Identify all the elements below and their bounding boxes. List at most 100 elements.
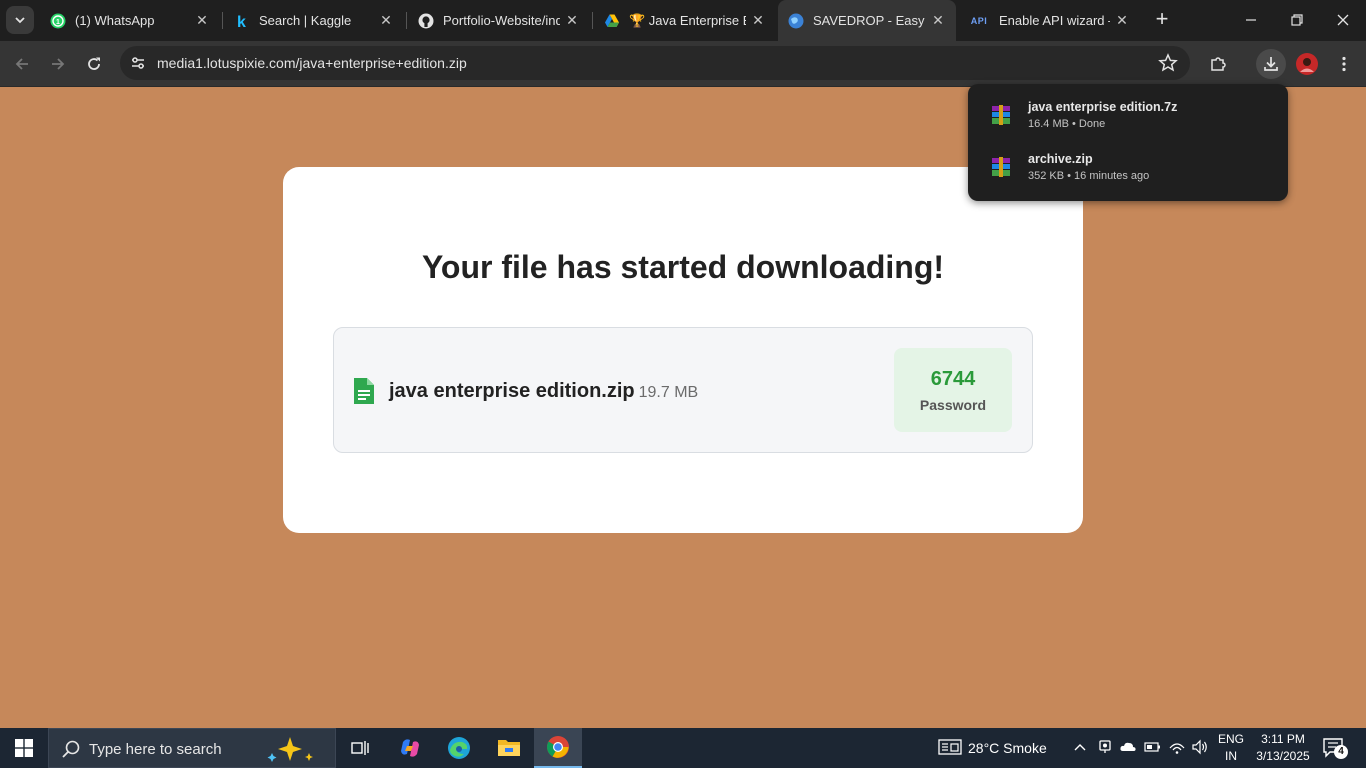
tab-kaggle[interactable]: k Search | Kaggle ✕ (224, 0, 404, 41)
windows-taskbar: Type here to search 28°C Smoke ENG IN 3:… (0, 728, 1366, 768)
start-button[interactable] (0, 728, 48, 768)
bookmark-star-icon[interactable] (1158, 53, 1178, 73)
arrow-left-icon (15, 58, 28, 70)
close-icon[interactable]: ✕ (1114, 12, 1130, 29)
minimize-icon (1246, 19, 1256, 21)
menu-button[interactable] (1329, 49, 1359, 79)
input-language[interactable]: ENG IN (1216, 731, 1246, 765)
back-button[interactable] (8, 50, 36, 78)
site-info-icon[interactable] (126, 51, 150, 75)
notification-count-badge: 4 (1334, 745, 1348, 759)
address-bar[interactable]: media1.lotuspixie.com/java+enterprise+ed… (120, 46, 1190, 80)
avatar (1296, 53, 1318, 75)
minimize-button[interactable] (1228, 0, 1274, 40)
page-title: Your file has started downloading! (421, 249, 945, 285)
task-view-button[interactable] (336, 728, 384, 768)
arrow-right-icon (52, 58, 65, 70)
edge-app[interactable] (435, 728, 483, 768)
windows-logo-icon (15, 739, 33, 757)
whatsapp-icon: 1 (50, 13, 66, 29)
close-icon[interactable]: ✕ (564, 12, 580, 29)
folder-icon (498, 740, 520, 756)
clock-time: 3:11 PM (1261, 732, 1305, 746)
battery-icon[interactable] (1144, 738, 1162, 756)
browser-toolbar: media1.lotuspixie.com/java+enterprise+ed… (0, 41, 1366, 87)
cloud-sync-icon[interactable] (1119, 738, 1137, 756)
chevron-down-icon (15, 17, 25, 24)
tab-title: SAVEDROP - Easy and (813, 13, 926, 28)
file-explorer-app[interactable] (485, 728, 533, 768)
url-text[interactable]: media1.lotuspixie.com/java+enterprise+ed… (157, 55, 467, 71)
api-icon: API (968, 13, 990, 29)
task-view-icon (351, 741, 369, 755)
tab-separator (406, 12, 407, 29)
file-name-text: java enterprise edition.zip (389, 380, 635, 402)
tab-title: Search | Kaggle (259, 13, 352, 28)
close-icon[interactable]: ✕ (194, 12, 210, 29)
download-item[interactable]: archive.zip 352 KB • 16 minutes ago (990, 152, 1280, 188)
region-code: IN (1225, 749, 1237, 763)
tab-java-enterprise-drive[interactable]: 🏆 Java Enterprise Ed ✕ (594, 0, 776, 41)
winrar-archive-icon (992, 105, 1010, 125)
system-clock[interactable]: 3:11 PM 3/13/2025 (1254, 731, 1312, 765)
close-icon (1337, 14, 1349, 26)
close-icon[interactable]: ✕ (378, 12, 394, 29)
password-value[interactable]: 6744 (894, 368, 1012, 391)
tab-whatsapp[interactable]: 1 (1) WhatsApp ✕ (40, 0, 220, 41)
download-file-name: java enterprise edition.7z (1028, 100, 1178, 114)
tab-search-button[interactable] (6, 6, 34, 34)
document-icon (354, 378, 374, 404)
password-label: Password (919, 397, 987, 413)
clock-date: 3/13/2025 (1256, 749, 1310, 763)
file-size: 19.7 MB (638, 384, 699, 401)
webcam-icon[interactable] (1097, 738, 1115, 756)
tab-enable-api[interactable]: API Enable API wizard – A ✕ (958, 0, 1140, 41)
file-name: java enterprise edition.zip 19.7 MB (389, 380, 698, 403)
kaggle-icon: k (234, 13, 250, 29)
chrome-app[interactable] (534, 728, 582, 768)
chevron-up-icon[interactable] (1072, 738, 1090, 756)
globe-icon (788, 13, 804, 29)
close-window-button[interactable] (1320, 0, 1366, 40)
close-icon[interactable]: ✕ (750, 12, 766, 29)
reload-button[interactable] (80, 50, 108, 78)
profile-button[interactable] (1292, 49, 1322, 79)
forward-button[interactable] (44, 50, 72, 78)
volume-icon[interactable] (1191, 738, 1209, 756)
search-placeholder: Type here to search (89, 741, 222, 758)
search-icon (62, 740, 80, 758)
reload-icon (88, 57, 100, 70)
copilot-icon (401, 739, 419, 757)
download-item[interactable]: java enterprise edition.7z 16.4 MB • Don… (990, 100, 1280, 136)
close-icon[interactable]: ✕ (930, 12, 946, 29)
restore-button[interactable] (1274, 0, 1320, 40)
taskbar-search-box[interactable]: Type here to search (48, 728, 336, 768)
tab-savedrop[interactable]: SAVEDROP - Easy and ✕ (778, 0, 956, 41)
weather-text[interactable]: 28°C Smoke (968, 740, 1047, 756)
new-tab-button[interactable]: + (1150, 8, 1174, 32)
tab-github[interactable]: Portfolio-Website/ind ✕ (408, 0, 590, 41)
sparkle-icon (267, 737, 313, 762)
extensions-button[interactable] (1203, 49, 1233, 79)
downloads-button[interactable] (1256, 49, 1286, 79)
github-icon (418, 13, 434, 29)
more-vertical-icon (1342, 56, 1346, 72)
language-code: ENG (1217, 732, 1244, 746)
file-info-box: java enterprise edition.zip 19.7 MB 6744 … (333, 327, 1033, 453)
download-icon (1264, 57, 1278, 71)
tab-title: Portfolio-Website/ind (443, 13, 560, 28)
wifi-icon[interactable] (1168, 738, 1186, 756)
svg-text:1: 1 (56, 18, 60, 25)
copilot-app[interactable] (386, 728, 434, 768)
google-drive-icon (604, 13, 620, 29)
tab-separator (592, 12, 593, 29)
tab-strip: 1 (1) WhatsApp ✕ k Search | Kaggle ✕ Por… (0, 0, 1366, 41)
download-file-meta: 16.4 MB • Done (1028, 118, 1106, 130)
tab-title: Enable API wizard – A (999, 13, 1110, 28)
tab-title: (1) WhatsApp (75, 13, 155, 28)
tab-title: 🏆 Java Enterprise Ed (629, 12, 746, 28)
svg-text:k: k (237, 14, 246, 29)
weather-icon[interactable] (938, 738, 962, 756)
password-box: 6744 Password (894, 348, 1012, 432)
chrome-icon (547, 736, 569, 758)
